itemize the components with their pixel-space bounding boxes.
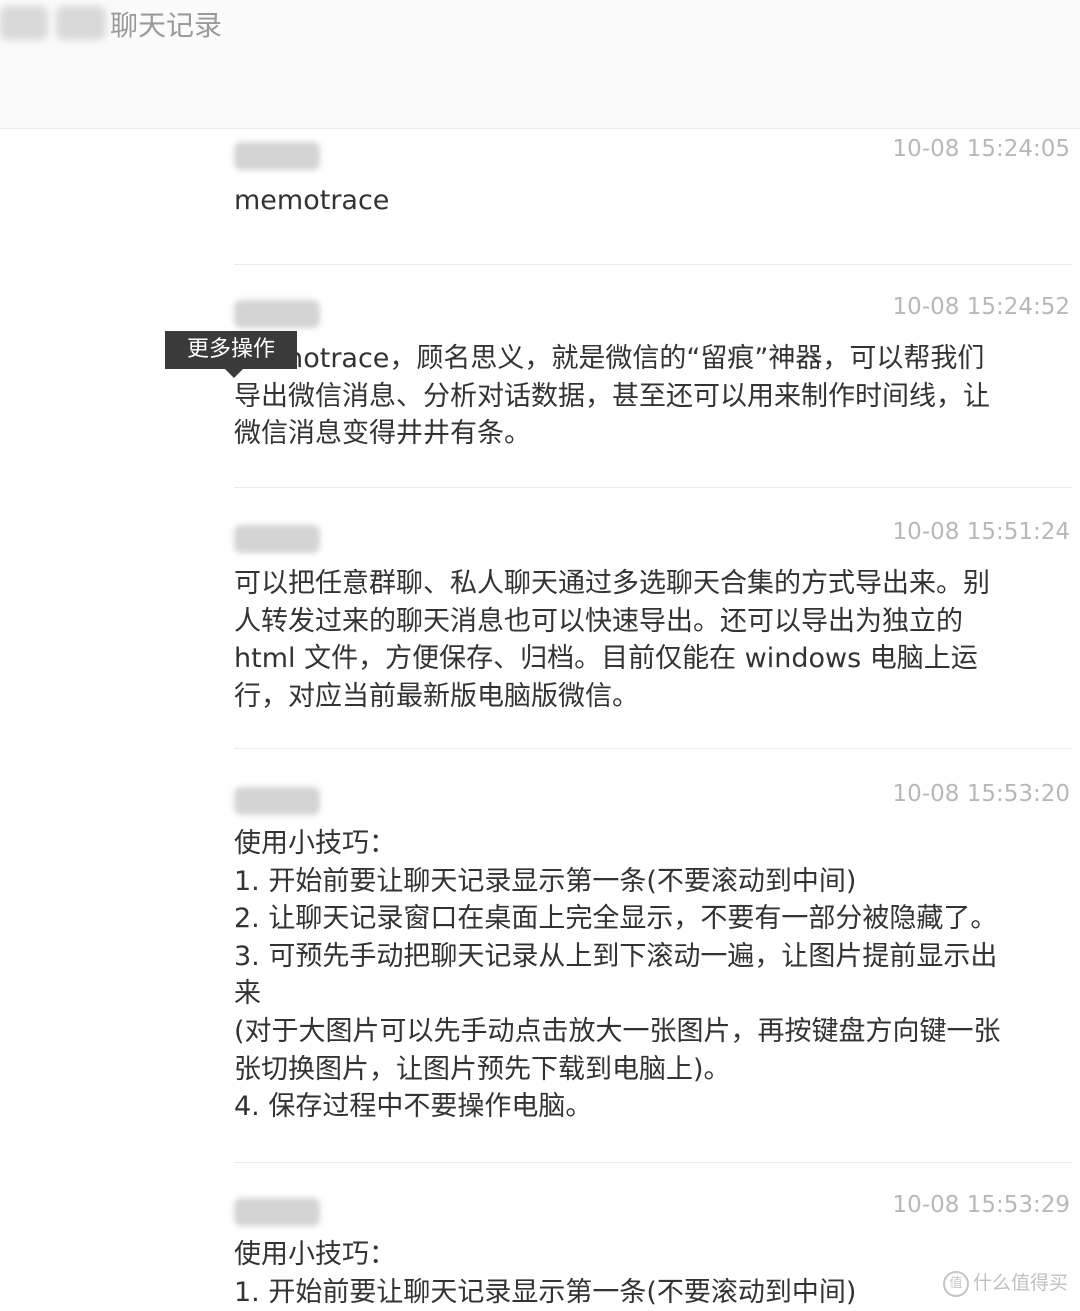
message-divider — [234, 487, 1072, 488]
message-text: 使用小技巧： 1. 开始前要让聊天记录显示第一条(不要滚动到中间) — [234, 1239, 857, 1308]
chat-message[interactable]: 10-08 15:51:24 可以把任意群聊、私人聊天通过多选聊天合集的方式导出… — [234, 519, 1076, 725]
message-timestamp: 10-08 15:51:24 — [892, 519, 1070, 545]
message-timestamp: 10-08 15:24:52 — [892, 294, 1070, 320]
window-header: 聊天记录 — [0, 0, 1080, 129]
message-timestamp: 10-08 15:24:05 — [892, 136, 1070, 162]
blurred-sender-name — [234, 1198, 320, 1226]
watermark-logo-icon: 值 — [942, 1270, 969, 1297]
message-divider — [234, 1162, 1072, 1163]
blurred-sender-name — [234, 787, 320, 815]
message-timestamp: 10-08 15:53:20 — [892, 781, 1070, 807]
chat-message[interactable]: 10-08 15:24:05 memotrace — [234, 136, 1076, 252]
message-text: memotrace — [234, 185, 390, 216]
message-timestamp: 10-08 15:53:29 — [892, 1192, 1070, 1218]
blurred-contact-name — [0, 6, 48, 40]
message-divider — [234, 264, 1072, 265]
message-text: memotrace，顾名思义，就是微信的“留痕”神器，可以帮我们 导出微信消息、… — [234, 343, 990, 450]
blurred-sender-name — [234, 300, 320, 328]
watermark-text: 什么值得买 — [972, 1272, 1068, 1294]
chat-message[interactable]: 10-08 15:53:20 使用小技巧： 1. 开始前要让聊天记录显示第一条(… — [234, 781, 1076, 1137]
window-title: 聊天记录 — [110, 9, 223, 42]
site-watermark: 值什么值得买 — [942, 1268, 1068, 1297]
blurred-sender-name — [234, 525, 320, 553]
blurred-contact-name-part — [56, 6, 106, 40]
message-divider — [234, 748, 1072, 749]
more-actions-tooltip[interactable]: 更多操作 — [165, 331, 297, 378]
message-text: 使用小技巧： 1. 开始前要让聊天记录显示第一条(不要滚动到中间) 2. 让聊天… — [234, 828, 1001, 1123]
chat-message[interactable]: 10-08 15:24:52 memotrace，顾名思义，就是微信的“留痕”神… — [234, 294, 1076, 470]
blurred-sender-name — [234, 142, 320, 170]
message-text: 可以把任意群聊、私人聊天通过多选聊天合集的方式导出来。别 人转发过来的聊天消息也… — [234, 568, 990, 712]
